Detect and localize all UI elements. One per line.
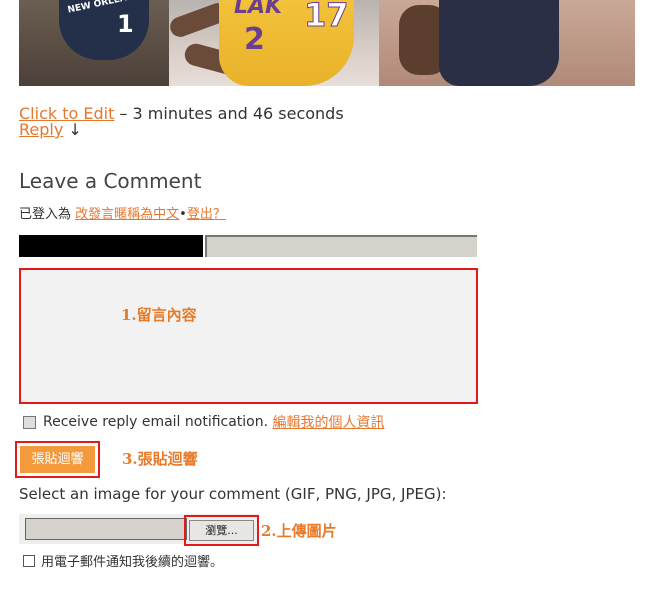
- submit-highlight: 張貼迴響: [15, 441, 100, 478]
- separator-dot: •: [179, 207, 187, 222]
- logged-in-prefix: 已登入為: [19, 207, 72, 222]
- file-path-input[interactable]: [25, 518, 187, 540]
- reply-row: Reply ↓: [19, 121, 82, 139]
- comment-heading: Leave a Comment: [19, 169, 202, 193]
- comment-annotation: 1.留言內容: [121, 306, 197, 324]
- submit-annotation: 3.張貼迴響: [122, 450, 198, 468]
- jersey-left: 1 NEW ORLEANS: [59, 0, 149, 60]
- reply-notify-label: Receive reply email notification.: [43, 414, 269, 430]
- redacted-name: [19, 235, 203, 257]
- edit-profile-link[interactable]: 編輯我的個人資訊: [273, 412, 385, 432]
- reply-notify-row: Receive reply email notification. 編輯我的個人…: [23, 412, 385, 432]
- upload-annotation: 2.上傳圖片: [261, 522, 337, 540]
- jersey-left-number: 1: [117, 10, 134, 38]
- player-right-jersey: [439, 0, 559, 86]
- logout-link[interactable]: 登出？: [187, 207, 226, 222]
- email-notify-row: 用電子郵件通知我後續的迴響。: [23, 551, 223, 570]
- submit-comment-button[interactable]: 張貼迴響: [20, 446, 95, 473]
- reply-link[interactable]: Reply: [19, 120, 63, 139]
- post-duration: – 3 minutes and 46 seconds: [114, 104, 344, 123]
- jersey-lakers-number-b: 17: [304, 0, 350, 35]
- jersey-lakers-text: LAK: [234, 0, 283, 19]
- jersey-lakers-number-a: 2: [244, 22, 265, 57]
- post-photo: 1 NEW ORLEANS LAK 2 17: [19, 0, 635, 86]
- reply-notify-checkbox[interactable]: [23, 415, 36, 429]
- comment-textarea[interactable]: [19, 268, 478, 404]
- image-upload-label: Select an image for your comment (GIF, P…: [19, 485, 447, 503]
- author-name-bar: [19, 235, 477, 257]
- player-left: 1 NEW ORLEANS: [19, 0, 169, 86]
- logged-in-line: 已登入為 改發言暱稱為中文•登出？: [19, 203, 226, 222]
- player-right: [379, 0, 635, 86]
- author-field[interactable]: [205, 235, 477, 257]
- browse-highlight: 瀏覽...: [184, 515, 259, 546]
- browse-button[interactable]: 瀏覽...: [189, 520, 254, 541]
- change-name-link[interactable]: 改發言暱稱為中文: [75, 207, 179, 222]
- email-notify-label: 用電子郵件通知我後續的迴響。: [41, 555, 224, 570]
- jersey-lakers: LAK 2 17: [219, 0, 354, 86]
- email-notify-checkbox[interactable]: [23, 554, 35, 567]
- reply-arrow-icon: ↓: [68, 120, 82, 139]
